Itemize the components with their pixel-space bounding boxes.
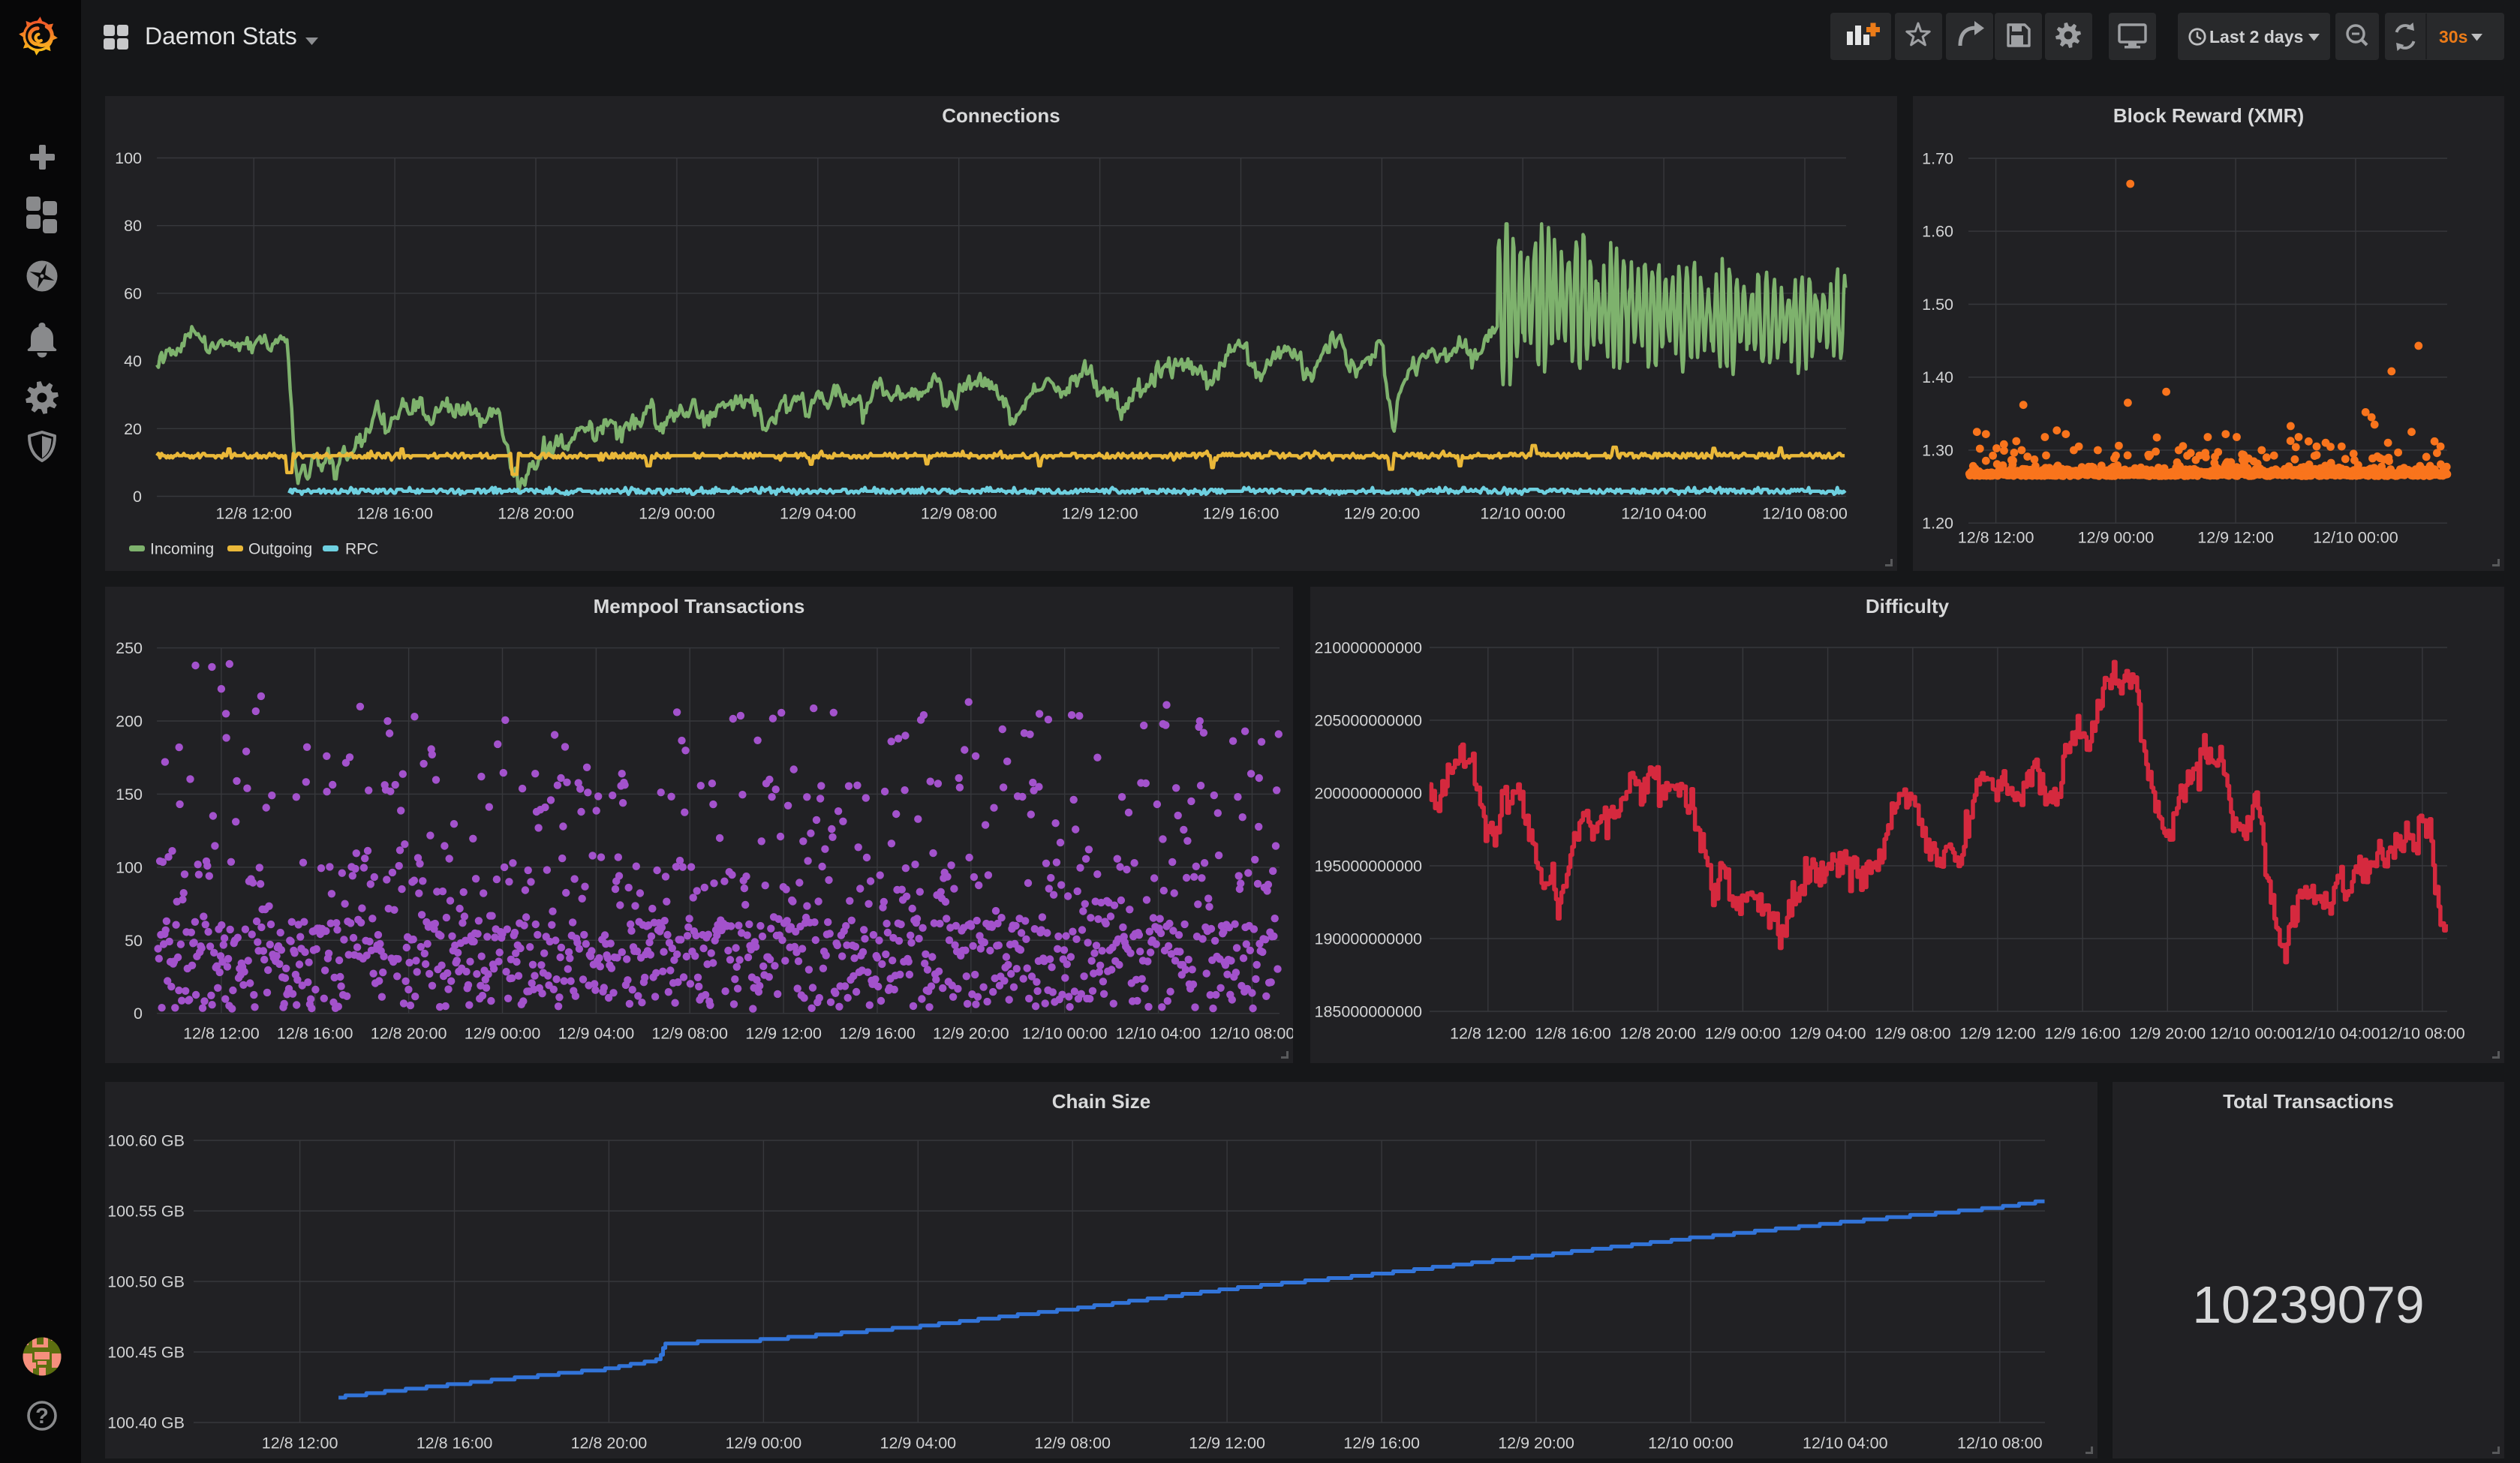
svg-text:150: 150 — [116, 786, 143, 804]
svg-text:12/10 04:00: 12/10 04:00 — [2295, 1025, 2380, 1043]
svg-text:1.30: 1.30 — [1922, 442, 1953, 460]
svg-text:100.60 GB: 100.60 GB — [107, 1132, 185, 1150]
svg-text:100.45 GB: 100.45 GB — [107, 1344, 185, 1362]
svg-text:210000000000: 210000000000 — [1315, 639, 1423, 657]
svg-text:60: 60 — [124, 284, 142, 302]
svg-text:12/9 08:00: 12/9 08:00 — [1034, 1434, 1111, 1452]
svg-text:RPC: RPC — [345, 541, 378, 558]
svg-text:12/10 08:00: 12/10 08:00 — [1762, 505, 1848, 523]
svg-text:12/9 00:00: 12/9 00:00 — [2078, 529, 2155, 547]
svg-text:205000000000: 205000000000 — [1315, 712, 1423, 730]
svg-text:12/10 00:00: 12/10 00:00 — [1022, 1025, 1108, 1043]
svg-text:80: 80 — [124, 217, 142, 235]
svg-text:12/10 00:00: 12/10 00:00 — [2313, 529, 2398, 547]
svg-text:1.40: 1.40 — [1922, 368, 1953, 386]
svg-text:12/9 12:00: 12/9 12:00 — [1189, 1434, 1265, 1452]
svg-text:50: 50 — [125, 932, 143, 950]
svg-text:12/9 12:00: 12/9 12:00 — [2197, 529, 2274, 547]
svg-text:12/10 04:00: 12/10 04:00 — [1116, 1025, 1201, 1043]
svg-text:12/10 08:00: 12/10 08:00 — [2380, 1025, 2465, 1043]
svg-text:12/8 20:00: 12/8 20:00 — [1619, 1025, 1696, 1043]
svg-text:12/9 00:00: 12/9 00:00 — [1705, 1025, 1782, 1043]
svg-text:?: ? — [35, 1404, 49, 1428]
svg-text:185000000000: 185000000000 — [1315, 1003, 1423, 1021]
svg-text:0: 0 — [133, 488, 142, 506]
svg-text:12/10 04:00: 12/10 04:00 — [1621, 505, 1707, 523]
svg-text:1.60: 1.60 — [1922, 223, 1953, 241]
svg-text:12/9 16:00: 12/9 16:00 — [1343, 1434, 1420, 1452]
svg-text:12/9 00:00: 12/9 00:00 — [465, 1025, 541, 1043]
svg-text:12/9 04:00: 12/9 04:00 — [880, 1434, 956, 1452]
svg-text:12/9 08:00: 12/9 08:00 — [1875, 1025, 1951, 1043]
svg-text:12/10 00:00: 12/10 00:00 — [1480, 505, 1565, 523]
svg-text:12/8 20:00: 12/8 20:00 — [498, 505, 574, 523]
svg-text:12/8 12:00: 12/8 12:00 — [262, 1434, 338, 1452]
svg-text:12/9 20:00: 12/9 20:00 — [2129, 1025, 2206, 1043]
svg-text:100: 100 — [115, 149, 142, 167]
svg-text:250: 250 — [116, 639, 143, 657]
svg-text:200000000000: 200000000000 — [1315, 785, 1423, 803]
svg-text:12/10 08:00: 12/10 08:00 — [1210, 1025, 1293, 1043]
svg-text:12/9 12:00: 12/9 12:00 — [1062, 505, 1138, 523]
svg-text:200: 200 — [116, 713, 143, 731]
svg-text:12/9 16:00: 12/9 16:00 — [1203, 505, 1280, 523]
svg-text:12/8 16:00: 12/8 16:00 — [277, 1025, 353, 1043]
svg-text:12/9 08:00: 12/9 08:00 — [651, 1025, 728, 1043]
svg-text:40: 40 — [124, 353, 142, 371]
svg-text:1.70: 1.70 — [1922, 150, 1953, 168]
svg-text:100.55 GB: 100.55 GB — [107, 1203, 185, 1221]
svg-text:12/10 08:00: 12/10 08:00 — [1957, 1434, 2043, 1452]
svg-text:12/9 20:00: 12/9 20:00 — [1498, 1434, 1574, 1452]
svg-text:Incoming: Incoming — [150, 541, 214, 558]
svg-text:Last 2 days: Last 2 days — [2209, 27, 2303, 47]
svg-text:12/9 20:00: 12/9 20:00 — [933, 1025, 1009, 1043]
svg-text:12/8 16:00: 12/8 16:00 — [1535, 1025, 1611, 1043]
svg-text:12/10 04:00: 12/10 04:00 — [1803, 1434, 1888, 1452]
svg-text:Outgoing: Outgoing — [248, 541, 312, 558]
svg-text:12/8 16:00: 12/8 16:00 — [416, 1434, 493, 1452]
svg-text:195000000000: 195000000000 — [1315, 858, 1423, 876]
svg-text:12/8 20:00: 12/8 20:00 — [371, 1025, 447, 1043]
svg-text:12/8 20:00: 12/8 20:00 — [571, 1434, 648, 1452]
svg-text:12/9 04:00: 12/9 04:00 — [780, 505, 856, 523]
svg-text:12/8 12:00: 12/8 12:00 — [1450, 1025, 1526, 1043]
svg-text:Daemon Stats: Daemon Stats — [145, 23, 297, 50]
svg-text:12/9 20:00: 12/9 20:00 — [1344, 505, 1421, 523]
svg-text:12/9 16:00: 12/9 16:00 — [839, 1025, 916, 1043]
svg-text:12/9 12:00: 12/9 12:00 — [745, 1025, 822, 1043]
svg-text:100: 100 — [116, 858, 143, 876]
svg-text:12/8 12:00: 12/8 12:00 — [1958, 529, 2034, 547]
svg-text:100.50 GB: 100.50 GB — [107, 1273, 185, 1291]
svg-text:1.50: 1.50 — [1922, 296, 1953, 314]
svg-text:12/8 12:00: 12/8 12:00 — [215, 505, 292, 523]
svg-text:12/8 16:00: 12/8 16:00 — [356, 505, 433, 523]
svg-text:12/9 12:00: 12/9 12:00 — [1959, 1025, 2036, 1043]
svg-text:12/8 12:00: 12/8 12:00 — [183, 1025, 260, 1043]
svg-text:1.20: 1.20 — [1922, 515, 1953, 533]
svg-text:12/9 16:00: 12/9 16:00 — [2044, 1025, 2121, 1043]
svg-text:12/9 04:00: 12/9 04:00 — [558, 1025, 635, 1043]
svg-text:12/9 08:00: 12/9 08:00 — [921, 505, 997, 523]
svg-text:12/10 00:00: 12/10 00:00 — [1648, 1434, 1734, 1452]
svg-text:12/9 00:00: 12/9 00:00 — [726, 1434, 802, 1452]
svg-text:12/9 00:00: 12/9 00:00 — [639, 505, 715, 523]
svg-text:12/10 00:00: 12/10 00:00 — [2210, 1025, 2296, 1043]
svg-text:190000000000: 190000000000 — [1315, 930, 1423, 948]
svg-text:100.40 GB: 100.40 GB — [107, 1414, 185, 1432]
svg-text:0: 0 — [134, 1005, 143, 1023]
svg-text:12/9 04:00: 12/9 04:00 — [1790, 1025, 1866, 1043]
svg-text:30s: 30s — [2439, 27, 2467, 47]
svg-text:20: 20 — [124, 420, 142, 438]
